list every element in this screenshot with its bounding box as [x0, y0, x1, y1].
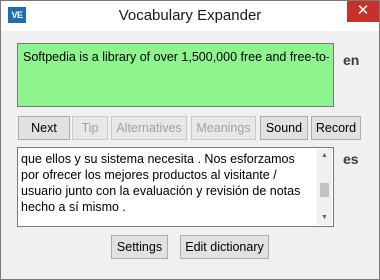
- next-button[interactable]: Next: [18, 116, 70, 140]
- sound-button[interactable]: Sound: [260, 116, 308, 140]
- translation-text: que ellos y su sistema necesita . Nos es…: [21, 152, 301, 214]
- alternatives-button[interactable]: Alternatives: [111, 116, 187, 140]
- source-text: Softpedia is a library of over 1,500,000…: [23, 50, 329, 64]
- close-button[interactable]: ✕: [347, 1, 379, 22]
- scroll-up-arrow-icon[interactable]: ▲: [317, 149, 332, 163]
- edit-dictionary-button[interactable]: Edit dictionary: [180, 235, 269, 259]
- record-button[interactable]: Record: [311, 116, 361, 140]
- settings-button[interactable]: Settings: [111, 235, 168, 259]
- meanings-button[interactable]: Meanings: [191, 116, 256, 140]
- scroll-down-arrow-icon[interactable]: ▼: [317, 211, 332, 225]
- vertical-scrollbar[interactable]: ▲ ▼: [317, 149, 332, 225]
- tip-button[interactable]: Tip: [72, 116, 108, 140]
- source-language-label: en: [343, 52, 360, 68]
- translation-text-box[interactable]: que ellos y su sistema necesita . Nos es…: [17, 147, 334, 227]
- translation-language-label: es: [343, 151, 359, 167]
- window-title: Vocabulary Expander: [118, 7, 262, 24]
- source-text-box[interactable]: Softpedia is a library of over 1,500,000…: [17, 43, 334, 107]
- app-window: VE Vocabulary Expander ✕ Softpedia is a …: [0, 0, 380, 280]
- scroll-thumb[interactable]: [320, 183, 329, 197]
- close-icon: ✕: [356, 2, 370, 19]
- title-bar: VE Vocabulary Expander ✕: [1, 1, 379, 31]
